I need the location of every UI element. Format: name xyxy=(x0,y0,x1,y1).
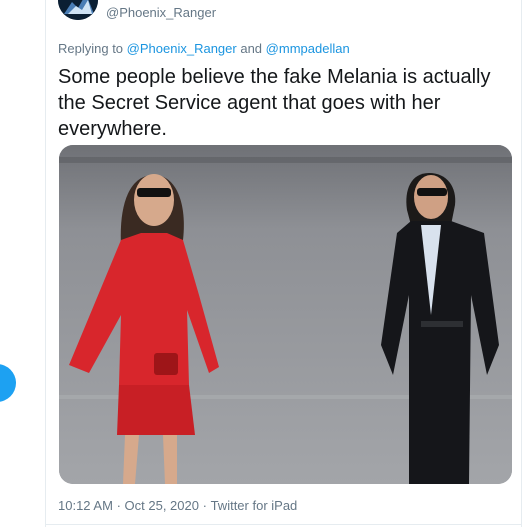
tweet-photo[interactable] xyxy=(59,145,512,484)
tweet-meta: 10:12 AM · Oct 25, 2020 · Twitter for iP… xyxy=(58,498,297,513)
page: @Phoenix_Ranger Replying to @Phoenix_Ran… xyxy=(0,0,524,527)
avatar-image xyxy=(58,0,98,20)
replying-prefix: Replying to xyxy=(58,41,124,56)
mention-link-2[interactable]: @mmpadellan xyxy=(266,41,350,56)
tweet-card[interactable]: @Phoenix_Ranger Replying to @Phoenix_Ran… xyxy=(46,0,521,527)
replying-joiner: and xyxy=(240,41,263,56)
replying-to: Replying to @Phoenix_Ranger and @mmpadel… xyxy=(58,41,350,56)
tweet-text: Some people believe the fake Melania is … xyxy=(58,66,491,140)
author-handle[interactable]: @Phoenix_Ranger xyxy=(106,5,216,20)
tweet-date[interactable]: Oct 25, 2020 xyxy=(125,498,199,513)
compose-button[interactable] xyxy=(0,364,16,402)
meta-separator-1: · xyxy=(116,498,121,513)
timeline-border-right xyxy=(521,0,522,527)
tweet-time[interactable]: 10:12 AM xyxy=(58,498,113,513)
meta-separator-2: · xyxy=(202,498,207,513)
tweet-divider xyxy=(46,524,521,525)
mention-link-1[interactable]: @Phoenix_Ranger xyxy=(127,41,237,56)
tweet-source[interactable]: Twitter for iPad xyxy=(211,498,298,513)
author-avatar[interactable] xyxy=(58,0,98,20)
photo-image xyxy=(59,145,512,484)
